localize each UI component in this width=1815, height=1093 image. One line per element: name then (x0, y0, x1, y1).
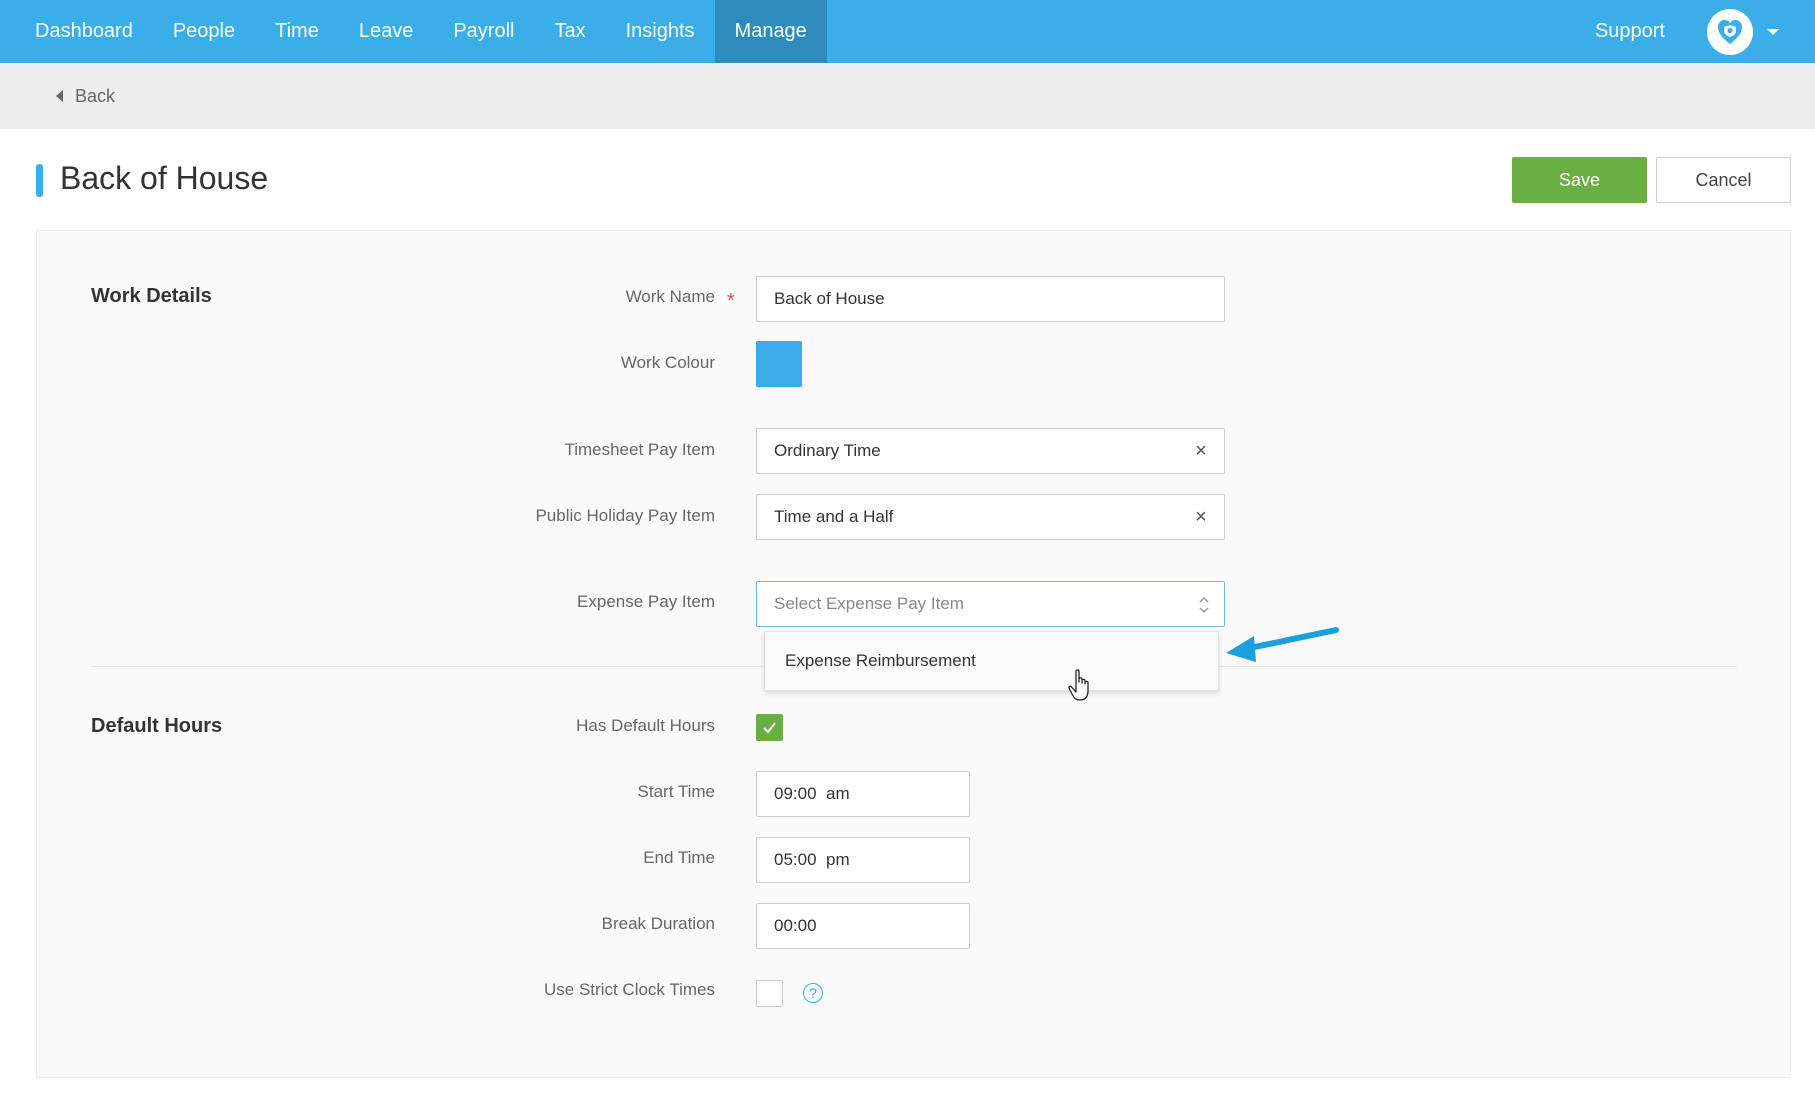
nav-item-insights[interactable]: Insights (606, 0, 715, 63)
sort-updown-icon (1199, 596, 1209, 614)
end-time-label: End Time (643, 848, 715, 867)
start-time-value: 09:00 am (774, 784, 850, 803)
nav-item-dashboard[interactable]: Dashboard (15, 0, 153, 63)
public-holiday-pay-item-value: Time and a Half (774, 507, 894, 526)
timesheet-pay-item-value: Ordinary Time (774, 441, 881, 460)
nav-item-manage[interactable]: Manage (714, 0, 827, 63)
expense-pay-item-dropdown: Expense Reimbursement (764, 631, 1219, 691)
heart-shield-icon (1718, 19, 1742, 44)
break-duration-value: 00:00 (774, 916, 817, 935)
back-link[interactable]: Back (75, 86, 115, 107)
cancel-button[interactable]: Cancel (1656, 157, 1791, 203)
support-link[interactable]: Support (1595, 20, 1665, 43)
nav-right: Support (1595, 0, 1815, 63)
end-time-value: 05:00 pm (774, 850, 850, 869)
nav-item-time[interactable]: Time (255, 0, 339, 63)
section-title-default-hours: Default Hours (91, 715, 223, 737)
break-duration-input[interactable]: 00:00 (756, 903, 970, 949)
start-time-input[interactable]: 09:00 am (756, 771, 970, 817)
timesheet-pay-item-label: Timesheet Pay Item (564, 440, 715, 459)
nav-item-leave[interactable]: Leave (339, 0, 434, 63)
hand-cursor-icon (1068, 669, 1089, 701)
has-default-hours-checkbox[interactable] (756, 714, 783, 741)
work-name-field[interactable]: Back of House (756, 276, 1225, 322)
save-button[interactable]: Save (1512, 157, 1647, 203)
expense-pay-item-select[interactable]: Select Expense Pay Item (756, 581, 1225, 627)
required-marker: * (727, 290, 735, 312)
clear-icon[interactable]: × (1192, 507, 1210, 527)
dropdown-option-expense-reimbursement[interactable]: Expense Reimbursement (785, 651, 976, 671)
nav-item-payroll[interactable]: Payroll (433, 0, 534, 63)
work-name-value: Back of House (774, 289, 885, 308)
expense-pay-item-placeholder: Select Expense Pay Item (774, 594, 964, 613)
start-time-label: Start Time (637, 782, 715, 801)
nav-item-tax[interactable]: Tax (534, 0, 605, 63)
timesheet-pay-item-select[interactable]: Ordinary Time × (756, 428, 1225, 474)
use-strict-clock-times-checkbox[interactable] (756, 980, 783, 1007)
nav-menu: Dashboard People Time Leave Payroll Tax … (0, 0, 827, 63)
back-caret-icon[interactable] (56, 90, 63, 102)
has-default-hours-label: Has Default Hours (576, 716, 715, 735)
work-colour-swatch[interactable] (756, 341, 802, 387)
avatar[interactable] (1707, 8, 1753, 55)
work-colour-label: Work Colour (620, 353, 715, 372)
page-title: Back of House (60, 160, 269, 196)
public-holiday-pay-item-label: Public Holiday Pay Item (535, 506, 715, 525)
break-duration-label: Break Duration (601, 914, 715, 933)
help-icon[interactable]: ? (803, 983, 823, 1003)
section-title-work-details: Work Details (91, 285, 212, 307)
annotation-arrow-icon (1226, 627, 1339, 662)
nav-item-people[interactable]: People (153, 0, 255, 63)
clear-icon[interactable]: × (1192, 441, 1210, 461)
expense-pay-item-label: Expense Pay Item (577, 592, 715, 611)
top-nav: Dashboard People Time Leave Payroll Tax … (0, 0, 1815, 63)
account-menu-caret-icon[interactable] (1767, 28, 1779, 35)
checkmark-icon (763, 722, 776, 734)
title-accent-bar (36, 164, 43, 197)
back-bar: Back (0, 63, 1815, 129)
end-time-input[interactable]: 05:00 pm (756, 837, 970, 883)
public-holiday-pay-item-select[interactable]: Time and a Half × (756, 494, 1225, 540)
work-name-label: Work Name (625, 287, 715, 306)
use-strict-clock-times-label: Use Strict Clock Times (544, 980, 715, 999)
